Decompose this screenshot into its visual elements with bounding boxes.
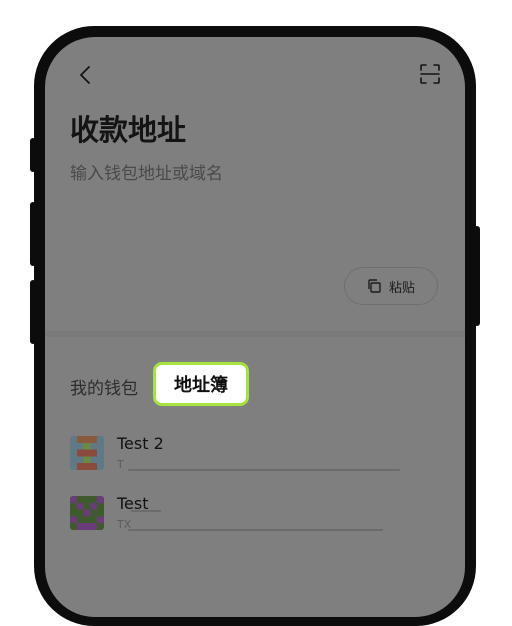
tab-address-book[interactable]: 地址簿 xyxy=(153,362,249,406)
side-button-left-1 xyxy=(30,138,36,172)
address-redaction xyxy=(128,529,383,531)
identicon-avatar xyxy=(70,436,104,470)
contact-name: Test 2 xyxy=(117,434,164,453)
scan-icon xyxy=(420,64,440,84)
side-button-left-3 xyxy=(30,280,36,344)
section-divider xyxy=(45,331,465,337)
page-title: 收款地址 xyxy=(70,113,187,147)
screen: 收款地址 粘贴 我的钱包 地址簿 xyxy=(45,37,465,617)
paste-button[interactable]: 粘贴 xyxy=(344,267,438,305)
back-button[interactable] xyxy=(71,61,99,89)
identicon-avatar xyxy=(70,496,104,530)
contact-address: T xyxy=(117,458,124,471)
paste-label: 粘贴 xyxy=(388,280,415,296)
side-button-right xyxy=(474,226,480,326)
contact-item[interactable]: Test TX xyxy=(70,492,400,542)
address-redaction xyxy=(131,510,161,512)
scan-button[interactable] xyxy=(415,59,445,89)
chevron-left-icon xyxy=(80,66,90,84)
copy-icon xyxy=(368,279,381,293)
phone-frame: 收款地址 粘贴 我的钱包 地址簿 xyxy=(30,26,480,626)
side-button-left-2 xyxy=(30,202,36,266)
address-input[interactable] xyxy=(70,159,430,189)
tab-my-wallet[interactable]: 我的钱包 xyxy=(70,374,138,399)
address-redaction xyxy=(128,469,400,471)
contact-item[interactable]: Test 2 T xyxy=(70,432,400,482)
